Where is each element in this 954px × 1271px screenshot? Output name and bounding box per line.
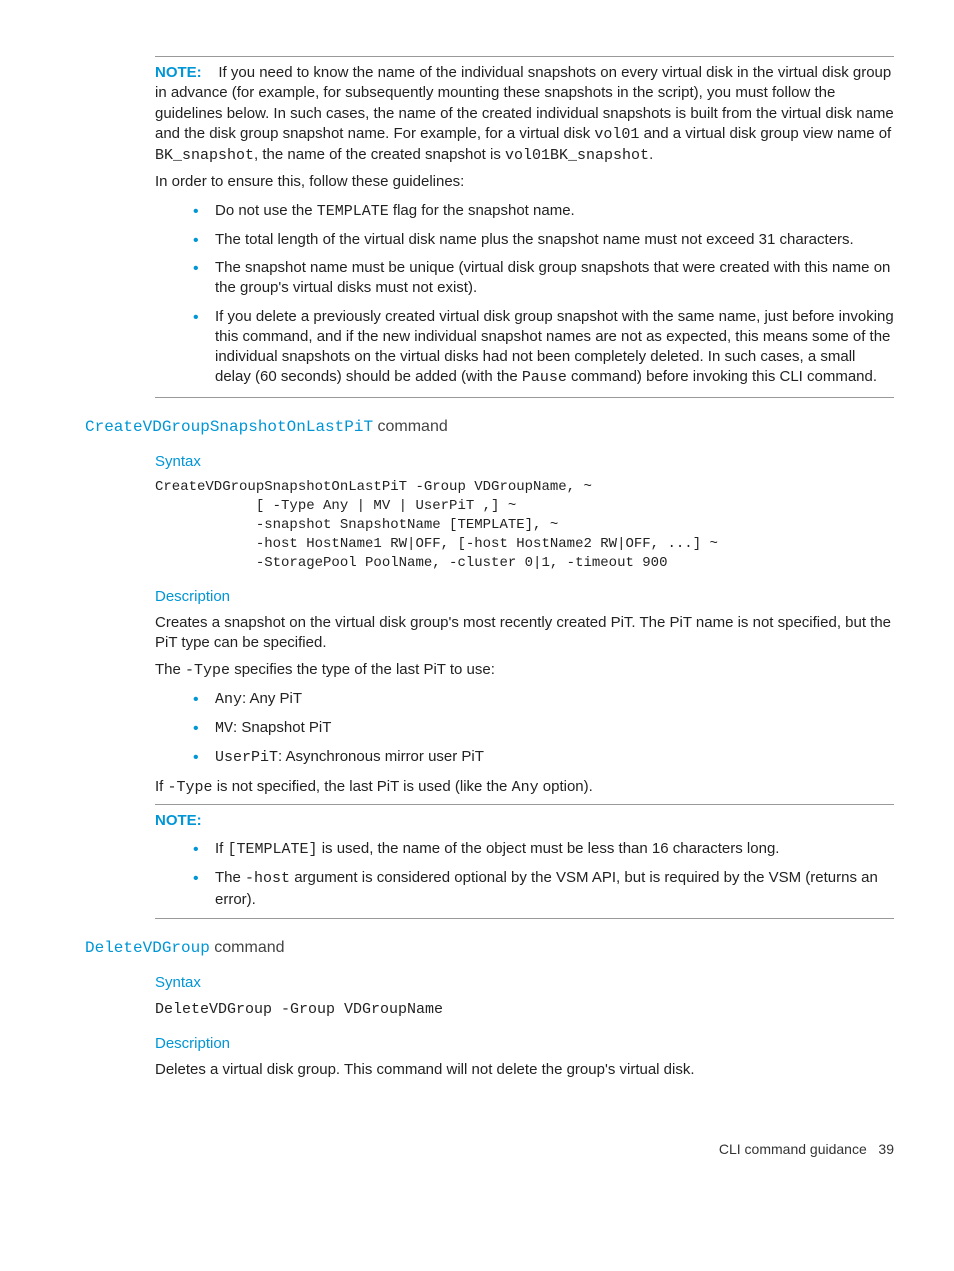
code-inline: UserPiT	[215, 749, 278, 766]
code-inline: -Type	[168, 779, 213, 796]
type-list: Any: Any PiT MV: Snapshot PiT UserPiT: A…	[155, 689, 894, 769]
code-inline: MV	[215, 720, 233, 737]
list-item: Do not use the TEMPLATE flag for the sna…	[185, 201, 894, 222]
note-text: , the name of the created snapshot is	[254, 146, 505, 163]
list-item: If you delete a previously created virtu…	[185, 307, 894, 389]
description-text: Creates a snapshot on the virtual disk g…	[155, 613, 894, 654]
code-inline: vol01	[594, 126, 639, 143]
code-inline: Any	[215, 691, 242, 708]
command-name: CreateVDGroupSnapshotOnLastPiT	[85, 418, 373, 436]
code-inline: BK_snapshot	[155, 147, 254, 164]
footer-text: CLI command guidance	[719, 1141, 867, 1157]
code-inline: [TEMPLATE]	[228, 841, 318, 858]
description-text: If -Type is not specified, the last PiT …	[155, 777, 894, 798]
note-followup: In order to ensure this, follow these gu…	[155, 172, 894, 192]
list-item: UserPiT: Asynchronous mirror user PiT	[185, 747, 894, 768]
separator	[155, 397, 894, 398]
description-text: Deletes a virtual disk group. This comma…	[155, 1060, 894, 1080]
list-item: If [TEMPLATE] is used, the name of the o…	[185, 839, 894, 860]
guidelines-list: Do not use the TEMPLATE flag for the sna…	[155, 201, 894, 389]
code-inline: TEMPLATE	[317, 203, 389, 220]
section-heading: DeleteVDGroup command	[85, 937, 894, 960]
note-block: NOTE:	[155, 811, 894, 831]
note-label: NOTE:	[155, 812, 202, 829]
syntax-label: Syntax	[155, 452, 894, 472]
list-item: The -host argument is considered optiona…	[185, 868, 894, 910]
description-label: Description	[155, 1034, 894, 1054]
heading-suffix: command	[210, 939, 285, 956]
code-inline: -host	[245, 870, 290, 887]
note-text: and a virtual disk group view name of	[639, 125, 891, 142]
syntax-block: CreateVDGroupSnapshotOnLastPiT -Group VD…	[155, 478, 894, 572]
code-inline: vol01BK_snapshot	[505, 147, 649, 164]
note-paragraph: NOTE: If you need to know the name of th…	[155, 63, 894, 166]
list-item: The total length of the virtual disk nam…	[185, 230, 894, 250]
separator	[155, 804, 894, 805]
section-heading: CreateVDGroupSnapshotOnLastPiT command	[85, 416, 894, 439]
syntax-block: DeleteVDGroup -Group VDGroupName	[155, 1000, 894, 1020]
note-block: NOTE: If you need to know the name of th…	[155, 63, 894, 193]
command-name: DeleteVDGroup	[85, 939, 210, 957]
code-inline: Any	[512, 779, 539, 796]
note-label: NOTE:	[155, 64, 202, 81]
syntax-label: Syntax	[155, 973, 894, 993]
note-text: .	[649, 146, 653, 163]
list-item: Any: Any PiT	[185, 689, 894, 710]
separator	[155, 56, 894, 57]
description-text: The -Type specifies the type of the last…	[155, 660, 894, 681]
list-item: MV: Snapshot PiT	[185, 718, 894, 739]
list-item: The snapshot name must be unique (virtua…	[185, 258, 894, 299]
code-inline: Pause	[522, 369, 567, 386]
code-inline: -Type	[185, 662, 230, 679]
page-footer: CLI command guidance 39	[85, 1140, 894, 1159]
description-label: Description	[155, 587, 894, 607]
page-number: 39	[878, 1141, 894, 1157]
note-list: If [TEMPLATE] is used, the name of the o…	[155, 839, 894, 910]
separator	[155, 918, 894, 919]
heading-suffix: command	[373, 418, 448, 435]
